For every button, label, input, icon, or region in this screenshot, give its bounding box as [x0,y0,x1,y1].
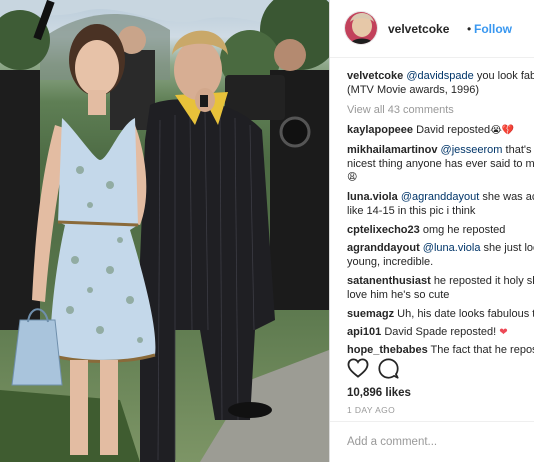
caption: velvetcoke @davidspade you look fabu [347,70,534,84]
post-sidebar: velvetcoke • Follow velvetcoke @davidspa… [330,0,534,462]
timestamp[interactable]: 1 DAY AGO [347,405,395,415]
comment-username[interactable]: mikhailamartinov [347,144,437,156]
comment-username[interactable]: kaylapopeee [347,124,413,136]
comment-item: agranddayout @luna.viola she just look [347,242,534,256]
comment-text-line2: love him he's so cute [347,288,450,301]
comment-emoji: 😩 [347,172,358,183]
follow-button[interactable]: Follow [474,22,512,36]
comment-text: David reposted [416,124,491,136]
divider [330,421,534,422]
comment-text: The fact that he repost [430,344,534,356]
comment-text: David Spade reposted! [384,326,497,338]
comment-username[interactable]: suemagz [347,308,394,320]
comment-mention[interactable]: @luna.viola [423,242,481,254]
caption-line2: (MTV Movie awards, 1996) [347,83,480,96]
heart-icon[interactable] [347,358,369,378]
comment-item: luna.viola @agranddayout she was actu [347,191,534,205]
post-photo[interactable] [0,0,329,462]
add-comment-input[interactable]: Add a comment... [347,436,437,448]
avatar[interactable] [344,11,378,45]
comment-icon[interactable] [378,358,399,379]
comment-item: suemagz Uh, his date looks fabulous to [347,308,534,322]
comment-username[interactable]: satanenthusiast [347,275,431,287]
comment-emoji: 😭💔 [490,125,515,136]
comment-item: mikhailamartinov @jesseerom that's th [347,144,534,158]
heart-emoji: ❤ [499,327,508,338]
comment-mention[interactable]: @jesseerom [441,144,503,156]
avatar-image [345,12,377,44]
post-username[interactable]: velvetcoke [388,22,449,36]
comment-item: cptelixecho23 omg he reposted [347,224,534,238]
comment-text: she was actu [482,191,534,203]
comment-item: hope_thebabes The fact that he repost [347,344,534,358]
comment-text: he reposted it holy shi [433,275,534,287]
comment-text-line2: nicest thing anyone has ever said to me [347,157,534,170]
header-separator: • [467,22,472,36]
comment-text: omg he reposted [422,224,506,236]
like-count[interactable]: 10,896 likes [347,387,411,399]
photo-illustration [0,0,329,462]
comment-text-line2: like 14-15 in this pic i think [347,204,476,217]
post-header: velvetcoke • Follow [330,0,534,58]
comment-username[interactable]: cptelixecho23 [347,224,420,236]
comment-username[interactable]: agranddayout [347,242,420,254]
comment-text: that's th [505,144,534,156]
caption-username[interactable]: velvetcoke [347,70,403,82]
comment-username[interactable]: api101 [347,326,381,338]
comment-text: she just look [483,242,534,254]
view-all-comments-link[interactable]: View all 43 comments [347,104,534,118]
comment-item: kaylapopeee David reposted😭💔 [347,124,534,138]
comment-username[interactable]: luna.viola [347,191,398,203]
caption-mention[interactable]: @davidspade [406,70,473,82]
comment-text: Uh, his date looks fabulous to [397,308,534,320]
comment-text-line2: young, incredible. [347,255,434,268]
caption-text: you look fabu [476,70,534,82]
comment-username[interactable]: hope_thebabes [347,344,428,356]
comment-item: api101 David Spade reposted! ❤ [347,326,534,340]
comment-mention[interactable]: @agranddayout [401,191,479,203]
comment-item: satanenthusiast he reposted it holy shi [347,275,534,289]
